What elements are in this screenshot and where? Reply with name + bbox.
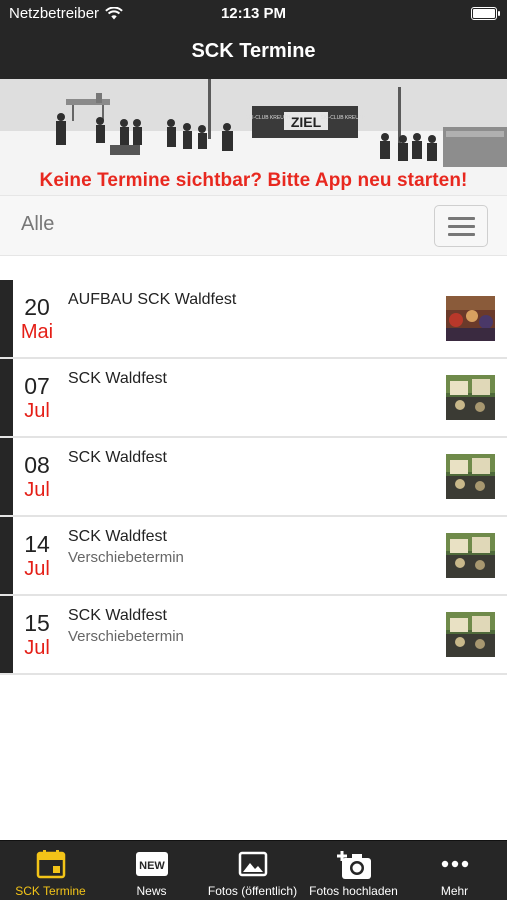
event-row[interactable]: 07 Jul SCK Waldfest [0, 359, 507, 438]
app-screen: Netzbetreiber 12:13 PM SCK Termine ZIEL … [0, 0, 507, 900]
event-month: Jul [24, 558, 50, 580]
event-thumbnail[interactable] [446, 454, 495, 499]
event-day: 08 [24, 452, 50, 478]
event-month: Jul [24, 637, 50, 659]
tab-news[interactable]: NEW News [101, 841, 202, 900]
hamburger-icon-line [448, 233, 475, 236]
tab-mehr[interactable]: Mehr [404, 841, 505, 900]
event-thumbnail[interactable] [446, 296, 495, 341]
filter-label: Alle [21, 213, 55, 235]
event-row[interactable]: 14 Jul SCK Waldfest Verschiebetermin [0, 517, 507, 596]
top-bar: Netzbetreiber 12:13 PM SCK Termine [0, 0, 507, 79]
event-row[interactable]: 20 Mai AUFBAU SCK Waldfest [0, 280, 507, 359]
event-thumbnail[interactable] [446, 375, 495, 420]
event-title: SCK Waldfest [68, 449, 167, 466]
event-month: Mai [20, 321, 54, 343]
sign-right: SKI-CLUB KREUTH [320, 115, 365, 121]
event-marker [0, 517, 13, 594]
page-title: SCK Termine [191, 40, 316, 62]
more-icon [441, 860, 468, 868]
event-title: AUFBAU SCK Waldfest [68, 291, 237, 308]
photo-icon [238, 851, 267, 877]
hamburger-icon-line [448, 225, 475, 228]
event-thumbnail[interactable] [446, 612, 495, 657]
sign-left: SKI-CLUB KREUTH [245, 115, 290, 121]
news-icon: NEW [135, 852, 168, 876]
filter-bar: Alle [0, 195, 507, 256]
event-day: 07 [24, 373, 50, 399]
event-month: Jul [24, 479, 50, 501]
battery-icon [471, 7, 500, 20]
tab-label: News [136, 884, 167, 898]
battery-level [473, 9, 495, 18]
hamburger-icon [448, 217, 475, 220]
status-bar: Netzbetreiber 12:13 PM [0, 0, 507, 28]
tab-label: Fotos hochladen [309, 884, 398, 898]
status-time: 12:13 PM [220, 5, 287, 22]
calendar-icon [36, 850, 65, 879]
event-marker [0, 596, 13, 673]
tab-label: SCK Termine [15, 884, 86, 898]
event-row[interactable]: 15 Jul SCK Waldfest Verschiebetermin [0, 596, 507, 675]
event-day: 14 [24, 531, 50, 557]
event-title: SCK Waldfest [68, 607, 167, 624]
event-marker [0, 438, 13, 515]
filter-menu-button[interactable] [434, 205, 488, 247]
tab-sck-termine[interactable]: SCK Termine [0, 841, 101, 900]
event-thumbnail[interactable] [446, 533, 495, 578]
tab-label: Fotos (öffentlich) [207, 884, 298, 898]
event-day: 15 [24, 610, 50, 636]
news-icon-text: NEW [139, 860, 165, 872]
event-month: Jul [24, 400, 50, 422]
event-title: SCK Waldfest [68, 370, 167, 387]
tab-fotos-hochladen[interactable]: Fotos hochladen [303, 841, 404, 900]
header-banner: ZIEL SKI-CLUB KREUTH SKI-CLUB KREUTH Kei… [0, 79, 507, 195]
tab-label: Mehr [440, 884, 469, 898]
event-subtitle: Verschiebetermin [68, 549, 184, 566]
event-row[interactable]: 08 Jul SCK Waldfest [0, 438, 507, 517]
sign-ziel: ZIEL [291, 114, 322, 130]
event-day: 20 [24, 294, 50, 320]
tab-bar: SCK Termine NEW News Fotos (öffentlich) [0, 840, 507, 900]
camera-add-icon [336, 851, 371, 879]
event-marker [0, 280, 13, 357]
event-title: SCK Waldfest [68, 528, 167, 545]
event-list: 20 Mai AUFBAU SCK Waldfest 07 Jul SCK Wa… [0, 280, 507, 675]
tab-fotos-oeffentlich[interactable]: Fotos (öffentlich) [202, 841, 303, 900]
banner-notice: Keine Termine sichtbar? Bitte App neu st… [39, 170, 468, 191]
event-subtitle: Verschiebetermin [68, 628, 184, 645]
event-marker [0, 359, 13, 436]
